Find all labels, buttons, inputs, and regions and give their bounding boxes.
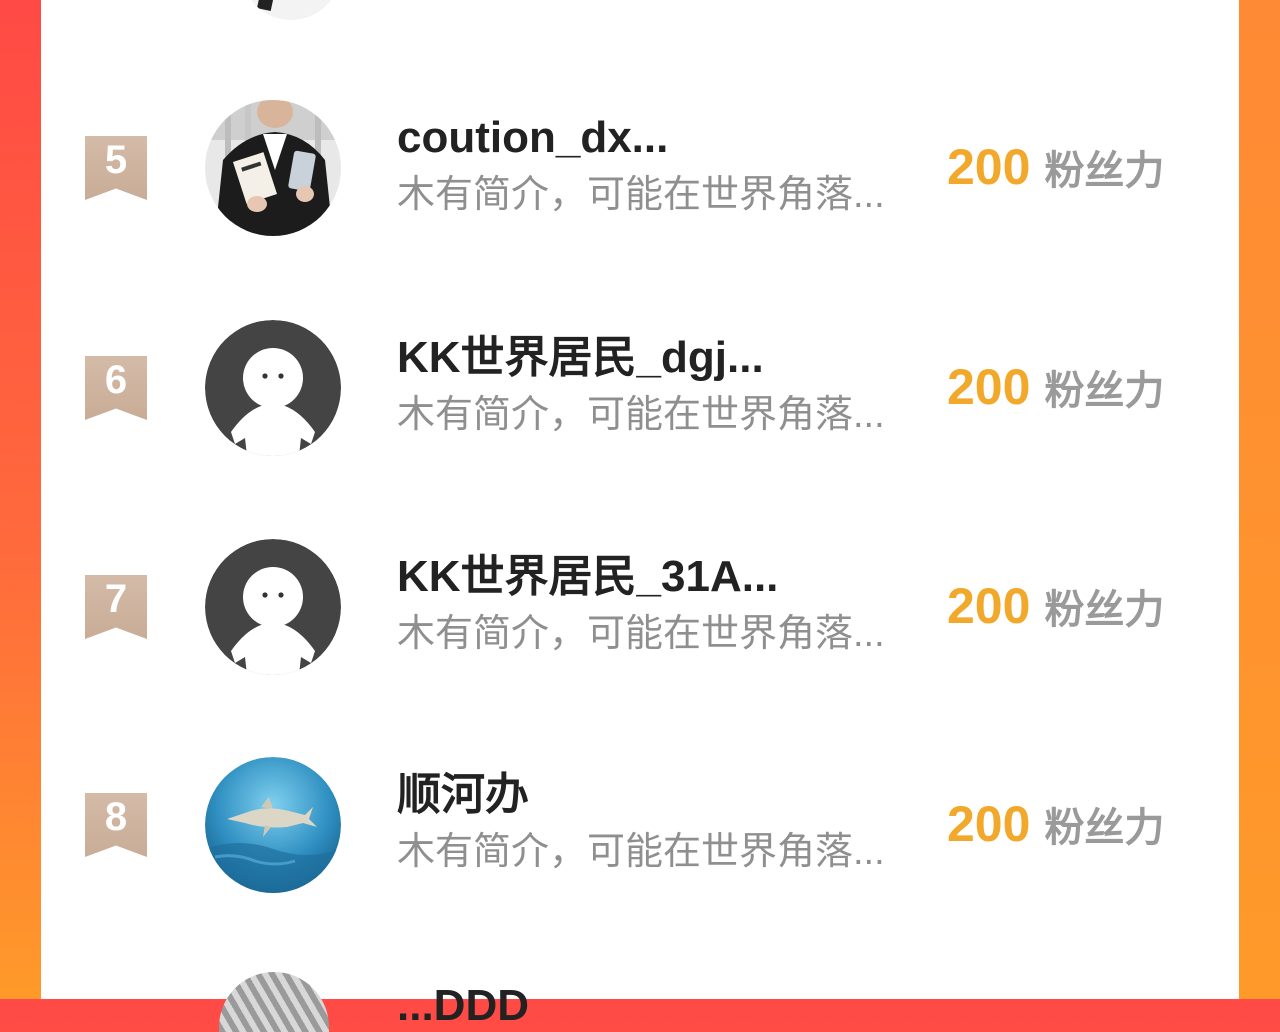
- avatar-partial-top: [241, 0, 341, 20]
- user-description: 木有简介，可能在世界角落...: [397, 613, 885, 655]
- list-item[interactable]: 6 KK世界居民_dgj... 木有简介，可能在世界角落... 200 粉丝力: [41, 318, 1239, 538]
- user-description: 木有简介，可能在世界角落...: [397, 831, 885, 873]
- ranking-list-panel: 5 coution_dx... 木有简介，可能在世界角落... 200 粉丝力: [41, 0, 1239, 1032]
- default-avatar-icon[interactable]: [205, 539, 341, 675]
- avatar[interactable]: [205, 100, 341, 236]
- user-name[interactable]: 顺河办: [397, 769, 917, 821]
- default-avatar-icon[interactable]: [205, 320, 341, 456]
- user-name[interactable]: coution_dx...: [397, 112, 917, 164]
- score-unit: 粉丝力: [1044, 588, 1165, 632]
- score-value: 200: [947, 139, 1031, 195]
- list-item[interactable]: 5 coution_dx... 木有简介，可能在世界角落... 200 粉丝力: [41, 98, 1239, 318]
- avatar-partial-bottom: [219, 972, 329, 1032]
- list-item[interactable]: 7 KK世界居民_31A... 木有简介，可能在世界角落... 200 粉丝力: [41, 537, 1239, 757]
- fan-power-score: 200 粉丝力: [947, 358, 1164, 429]
- avatar[interactable]: [205, 757, 341, 893]
- rank-number: 8: [104, 795, 128, 839]
- rank-number: 7: [104, 577, 128, 621]
- score-unit: 粉丝力: [1044, 806, 1165, 850]
- rank-number: 5: [104, 138, 128, 182]
- score-unit: 粉丝力: [1044, 369, 1165, 413]
- score-value: 200: [947, 796, 1031, 852]
- user-name-partial: ...DDD: [397, 981, 529, 1030]
- score-value: 200: [947, 578, 1031, 634]
- user-name[interactable]: KK世界居民_31A...: [397, 551, 917, 603]
- fan-power-score: 200 粉丝力: [947, 577, 1164, 648]
- list-item[interactable]: 8 顺河办 木有简介，可能在世界角落... 200 粉丝力: [41, 755, 1239, 975]
- rank-number: 6: [104, 358, 128, 402]
- score-value: 200: [947, 359, 1031, 415]
- background-right-strip: [1238, 0, 1280, 999]
- user-description: 木有简介，可能在世界角落...: [397, 174, 885, 216]
- user-description: 木有简介，可能在世界角落...: [397, 394, 885, 436]
- user-name[interactable]: KK世界居民_dgj...: [397, 332, 917, 384]
- score-unit: 粉丝力: [1044, 149, 1165, 193]
- fan-power-score: 200 粉丝力: [947, 795, 1164, 866]
- fan-power-score: 200 粉丝力: [947, 138, 1164, 209]
